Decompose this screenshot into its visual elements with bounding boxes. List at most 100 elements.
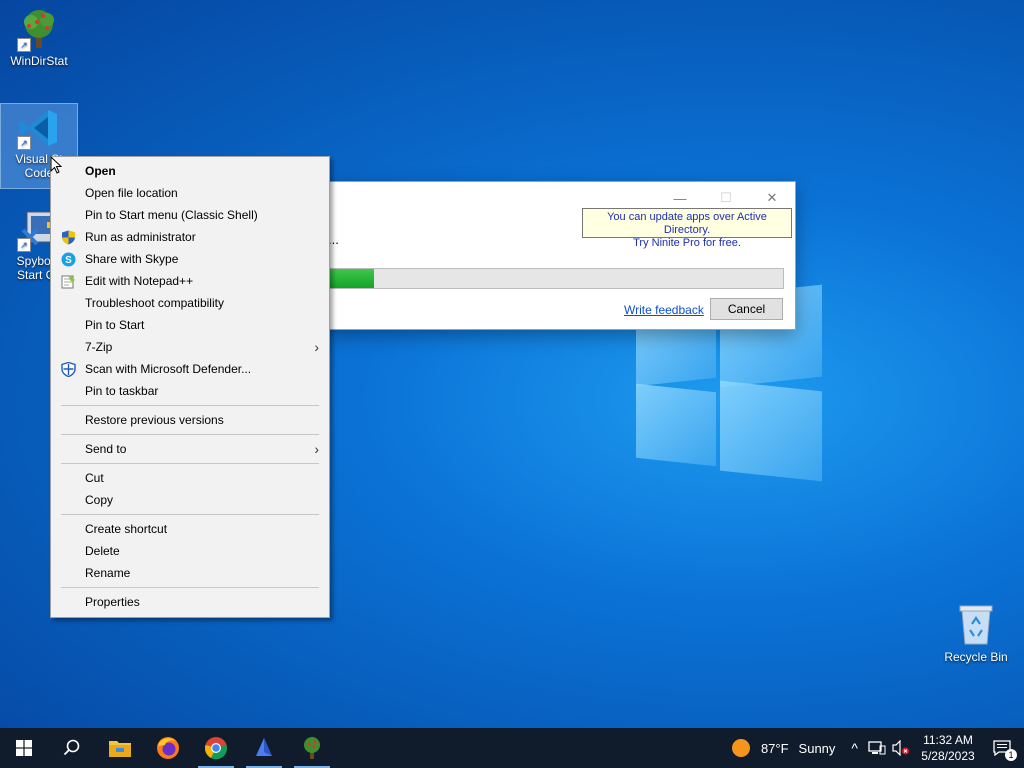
close-button[interactable]: ✕ bbox=[749, 188, 795, 208]
menu-item-properties[interactable]: Properties bbox=[51, 591, 329, 613]
app-icon bbox=[256, 738, 272, 756]
ninite-window: — ☐ ✕ You can update apps over Active Di… bbox=[322, 182, 795, 329]
chevron-right-icon: › bbox=[314, 441, 319, 457]
menu-item-rename[interactable]: Rename bbox=[51, 562, 329, 584]
menu-item-label: Open file location bbox=[85, 186, 178, 200]
tray-chevron-up-icon[interactable]: ^ bbox=[851, 740, 858, 756]
start-button[interactable] bbox=[0, 728, 48, 768]
shortcut-arrow-icon: ↗ bbox=[17, 238, 31, 252]
taskbar-windirstat[interactable] bbox=[288, 728, 336, 768]
shortcut-arrow-icon: ↗ bbox=[17, 136, 31, 150]
taskbar-chrome[interactable] bbox=[192, 728, 240, 768]
skype-icon: S bbox=[61, 252, 76, 267]
notification-badge: 1 bbox=[1005, 749, 1017, 761]
weather-desc: Sunny bbox=[798, 740, 836, 756]
network-icon[interactable] bbox=[868, 740, 886, 756]
menu-item-label: Properties bbox=[85, 595, 140, 609]
mouse-cursor-icon bbox=[50, 155, 63, 179]
taskbar-firefox[interactable] bbox=[144, 728, 192, 768]
clock-date: 5/28/2023 bbox=[921, 749, 975, 763]
menu-item-label: Open bbox=[85, 164, 116, 178]
windirstat-icon: ↗ bbox=[17, 8, 61, 52]
menu-item-label: Run as administrator bbox=[85, 230, 196, 244]
recycle-bin-icon bbox=[956, 602, 996, 646]
menu-item-label: Create shortcut bbox=[85, 522, 168, 536]
tooltip-line1: You can update apps over Active Director… bbox=[607, 211, 767, 236]
menu-item-create-shortcut[interactable]: Create shortcut bbox=[51, 518, 329, 540]
menu-separator bbox=[61, 587, 319, 588]
menu-item-label: Pin to taskbar bbox=[85, 384, 159, 398]
menu-item-pin-to-taskbar[interactable]: Pin to taskbar bbox=[51, 380, 329, 402]
menu-item-send-to[interactable]: Send to › bbox=[51, 438, 329, 460]
menu-item-restore-previous-versions[interactable]: Restore previous versions bbox=[51, 409, 329, 431]
search-button[interactable] bbox=[48, 728, 96, 768]
menu-separator bbox=[61, 463, 319, 464]
menu-item-label: 7-Zip bbox=[85, 340, 113, 354]
menu-item-label: Share with Skype bbox=[85, 252, 179, 266]
windirstat-icon bbox=[304, 737, 320, 759]
taskbar-app[interactable] bbox=[240, 728, 288, 768]
window-controls: — ☐ ✕ bbox=[657, 188, 795, 208]
menu-separator bbox=[61, 405, 319, 406]
menu-item-label: Edit with Notepad++ bbox=[85, 274, 194, 288]
menu-item-label: Delete bbox=[85, 544, 120, 558]
search-icon bbox=[63, 739, 80, 756]
menu-item-copy[interactable]: Copy bbox=[51, 489, 329, 511]
menu-separator bbox=[61, 434, 319, 435]
taskbar-file-explorer[interactable] bbox=[96, 728, 144, 768]
cancel-button[interactable]: Cancel bbox=[710, 298, 783, 320]
action-center-button[interactable]: 1 bbox=[980, 728, 1024, 768]
weather-temp: 87°F bbox=[760, 740, 789, 756]
menu-item-7-zip[interactable]: 7-Zip › bbox=[51, 336, 329, 358]
uac-shield-icon bbox=[61, 230, 76, 245]
defender-shield-icon bbox=[61, 361, 76, 378]
vscode-icon: ↗ bbox=[17, 106, 61, 150]
context-menu: Open Open file location Pin to Start men… bbox=[50, 156, 330, 618]
menu-item-label: Scan with Microsoft Defender... bbox=[85, 362, 252, 376]
shortcut-arrow-icon: ↗ bbox=[17, 38, 31, 52]
menu-item-scan-with-defender[interactable]: Scan with Microsoft Defender... bbox=[51, 358, 329, 380]
menu-item-label: Pin to Start bbox=[85, 318, 145, 332]
menu-item-label: Cut bbox=[85, 471, 104, 485]
svg-text:S: S bbox=[65, 255, 72, 266]
ninite-pro-tooltip[interactable]: You can update apps over Active Director… bbox=[582, 208, 792, 249]
maximize-button[interactable]: ☐ bbox=[703, 188, 749, 208]
system-tray: 87°F Sunny ^ 11:32 AM 5/28/2023 1 bbox=[731, 728, 1024, 768]
menu-item-run-as-administrator[interactable]: Run as administrator bbox=[51, 226, 329, 248]
menu-item-share-with-skype[interactable]: S Share with Skype bbox=[51, 248, 329, 270]
desktop-icon-label: Recycle Bin bbox=[944, 650, 1008, 664]
menu-item-delete[interactable]: Delete bbox=[51, 540, 329, 562]
install-progress-bar bbox=[328, 268, 784, 289]
menu-item-open[interactable]: Open bbox=[51, 160, 329, 182]
chevron-right-icon: › bbox=[314, 339, 319, 355]
desktop-icon-label: WinDirStat bbox=[10, 54, 68, 68]
menu-item-pin-to-start[interactable]: Pin to Start bbox=[51, 314, 329, 336]
start-icon bbox=[16, 740, 32, 756]
menu-item-cut[interactable]: Cut bbox=[51, 467, 329, 489]
clock[interactable]: 11:32 AM 5/28/2023 bbox=[916, 732, 980, 764]
menu-item-pin-to-start-classic-shell[interactable]: Pin to Start menu (Classic Shell) bbox=[51, 204, 329, 226]
desktop-icon-recycle-bin[interactable]: Recycle Bin bbox=[938, 600, 1014, 664]
notepad-plus-plus-icon bbox=[61, 274, 76, 289]
menu-item-label: Restore previous versions bbox=[85, 413, 224, 427]
firefox-icon bbox=[157, 737, 179, 759]
menu-item-label: Pin to Start menu (Classic Shell) bbox=[85, 208, 258, 222]
write-feedback-link[interactable]: Write feedback bbox=[624, 303, 704, 317]
minimize-button[interactable]: — bbox=[657, 188, 703, 208]
menu-separator bbox=[61, 514, 319, 515]
desktop-icon-windirstat[interactable]: ↗ WinDirStat bbox=[1, 6, 77, 68]
clock-time: 11:32 AM bbox=[923, 733, 973, 747]
menu-item-label: Copy bbox=[85, 493, 114, 507]
menu-item-troubleshoot-compatibility[interactable]: Troubleshoot compatibility bbox=[51, 292, 329, 314]
menu-item-edit-with-notepad-plus-plus[interactable]: Edit with Notepad++ bbox=[51, 270, 329, 292]
file-explorer-icon bbox=[109, 741, 131, 757]
menu-item-open-file-location[interactable]: Open file location bbox=[51, 182, 329, 204]
menu-item-label: Rename bbox=[85, 566, 131, 580]
weather-widget[interactable]: 87°F Sunny bbox=[731, 738, 835, 758]
chrome-icon bbox=[205, 737, 227, 760]
volume-muted-icon[interactable] bbox=[892, 740, 910, 756]
progress-fill bbox=[329, 269, 375, 288]
taskbar: 87°F Sunny ^ 11:32 AM 5/28/2023 1 bbox=[0, 728, 1024, 768]
sun-icon bbox=[731, 739, 750, 757]
menu-item-label: Troubleshoot compatibility bbox=[85, 296, 224, 310]
